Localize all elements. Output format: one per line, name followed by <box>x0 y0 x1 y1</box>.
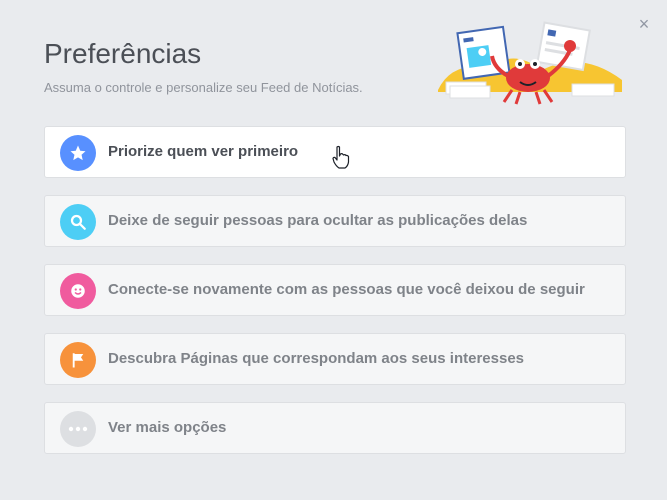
option-reconnect-people[interactable]: Conecte-se novamente com as pessoas que … <box>44 264 626 316</box>
flag-icon <box>60 342 96 378</box>
option-label: Deixe de seguir pessoas para ocultar as … <box>108 212 528 229</box>
hand-cursor-icon <box>332 145 350 169</box>
star-icon <box>60 135 96 171</box>
close-icon[interactable]: × <box>634 14 654 34</box>
option-label: Conecte-se novamente com as pessoas que … <box>108 281 585 298</box>
option-label: Descubra Páginas que correspondam aos se… <box>108 350 525 367</box>
more-dots-icon <box>60 411 96 447</box>
option-label: Priorize quem ver primeiro <box>108 143 299 160</box>
dialog-subtitle: Assuma o controle e personalize seu Feed… <box>44 80 363 95</box>
preferences-dialog: × Preferências Assuma o controle e perso… <box>0 0 667 500</box>
smiley-icon <box>60 273 96 309</box>
preferences-options-list: Priorize quem ver primeiro Deixe de segu… <box>44 126 626 471</box>
dialog-title: Preferências <box>44 38 202 69</box>
search-icon <box>60 204 96 240</box>
option-label: Ver mais opções <box>108 419 227 436</box>
option-see-more[interactable]: Ver mais opções <box>44 402 626 454</box>
option-unfollow-people[interactable]: Deixe de seguir pessoas para ocultar as … <box>44 195 626 247</box>
option-discover-pages[interactable]: Descubra Páginas que correspondam aos se… <box>44 333 626 385</box>
crab-illustration <box>438 21 622 105</box>
